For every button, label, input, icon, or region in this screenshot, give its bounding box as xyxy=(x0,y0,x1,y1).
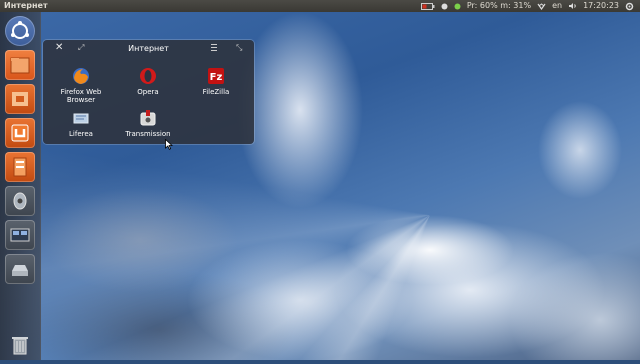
app-transmission[interactable]: Transmission xyxy=(116,108,180,138)
volume-icon[interactable] xyxy=(568,2,577,10)
battery-icon[interactable] xyxy=(420,2,435,10)
home-folder-icon[interactable] xyxy=(5,50,35,80)
app-label: Liferea xyxy=(69,130,93,138)
opera-icon xyxy=(140,68,156,84)
session-gear-icon[interactable] xyxy=(625,2,634,11)
mouse-cursor-icon xyxy=(165,139,173,150)
drive-icon[interactable] xyxy=(5,254,35,284)
online-status-icon[interactable] xyxy=(454,3,461,10)
launcher xyxy=(0,12,41,360)
app-opera[interactable]: Opera xyxy=(116,66,180,96)
sound-icon[interactable] xyxy=(5,186,35,216)
menu-icon[interactable] xyxy=(211,44,217,51)
power-status-text[interactable]: Pr: 60% m: 31% xyxy=(467,0,531,12)
firefox-icon xyxy=(73,68,89,84)
transmission-icon xyxy=(140,110,156,126)
workspace-switcher-icon[interactable] xyxy=(5,220,35,250)
top-panel: Интернет Pr: 60% m: 31% en 17:20:23 xyxy=(0,0,640,12)
app-liferea[interactable]: Liferea xyxy=(49,108,113,138)
indicator-area: Pr: 60% m: 31% en 17:20:23 xyxy=(420,0,634,12)
ubuntu-logo-icon[interactable] xyxy=(5,16,35,46)
files-icon[interactable] xyxy=(5,84,35,114)
filezilla-icon: Fz xyxy=(208,68,224,84)
app-label: Transmission xyxy=(125,130,171,138)
liferea-icon xyxy=(73,113,89,124)
app-firefox[interactable]: Firefox Web Browser xyxy=(49,66,113,104)
network-icon[interactable] xyxy=(537,2,546,10)
window-title: Интернет xyxy=(4,1,48,10)
folder-title: Интернет xyxy=(128,44,169,53)
app-filezilla[interactable]: Fz FileZilla xyxy=(184,66,248,96)
app-label: Firefox Web xyxy=(60,88,102,96)
shrink-icon[interactable]: ⤡ xyxy=(236,43,242,53)
svg-text:Fz: Fz xyxy=(210,72,223,83)
clock[interactable]: 17:20:23 xyxy=(583,0,619,12)
keyboard-layout[interactable]: en xyxy=(552,0,562,12)
software-center-icon[interactable] xyxy=(5,118,35,148)
trash-icon[interactable] xyxy=(5,330,35,360)
internet-folder: ✕ ⤢ Интернет ⤡ Firefox Web Browser Opera… xyxy=(43,40,254,144)
applications-icon[interactable] xyxy=(5,152,35,182)
app-label: Browser xyxy=(66,96,96,104)
app-label: FileZilla xyxy=(202,88,230,96)
status-dot-icon[interactable] xyxy=(441,3,448,10)
app-label: Opera xyxy=(137,88,159,96)
